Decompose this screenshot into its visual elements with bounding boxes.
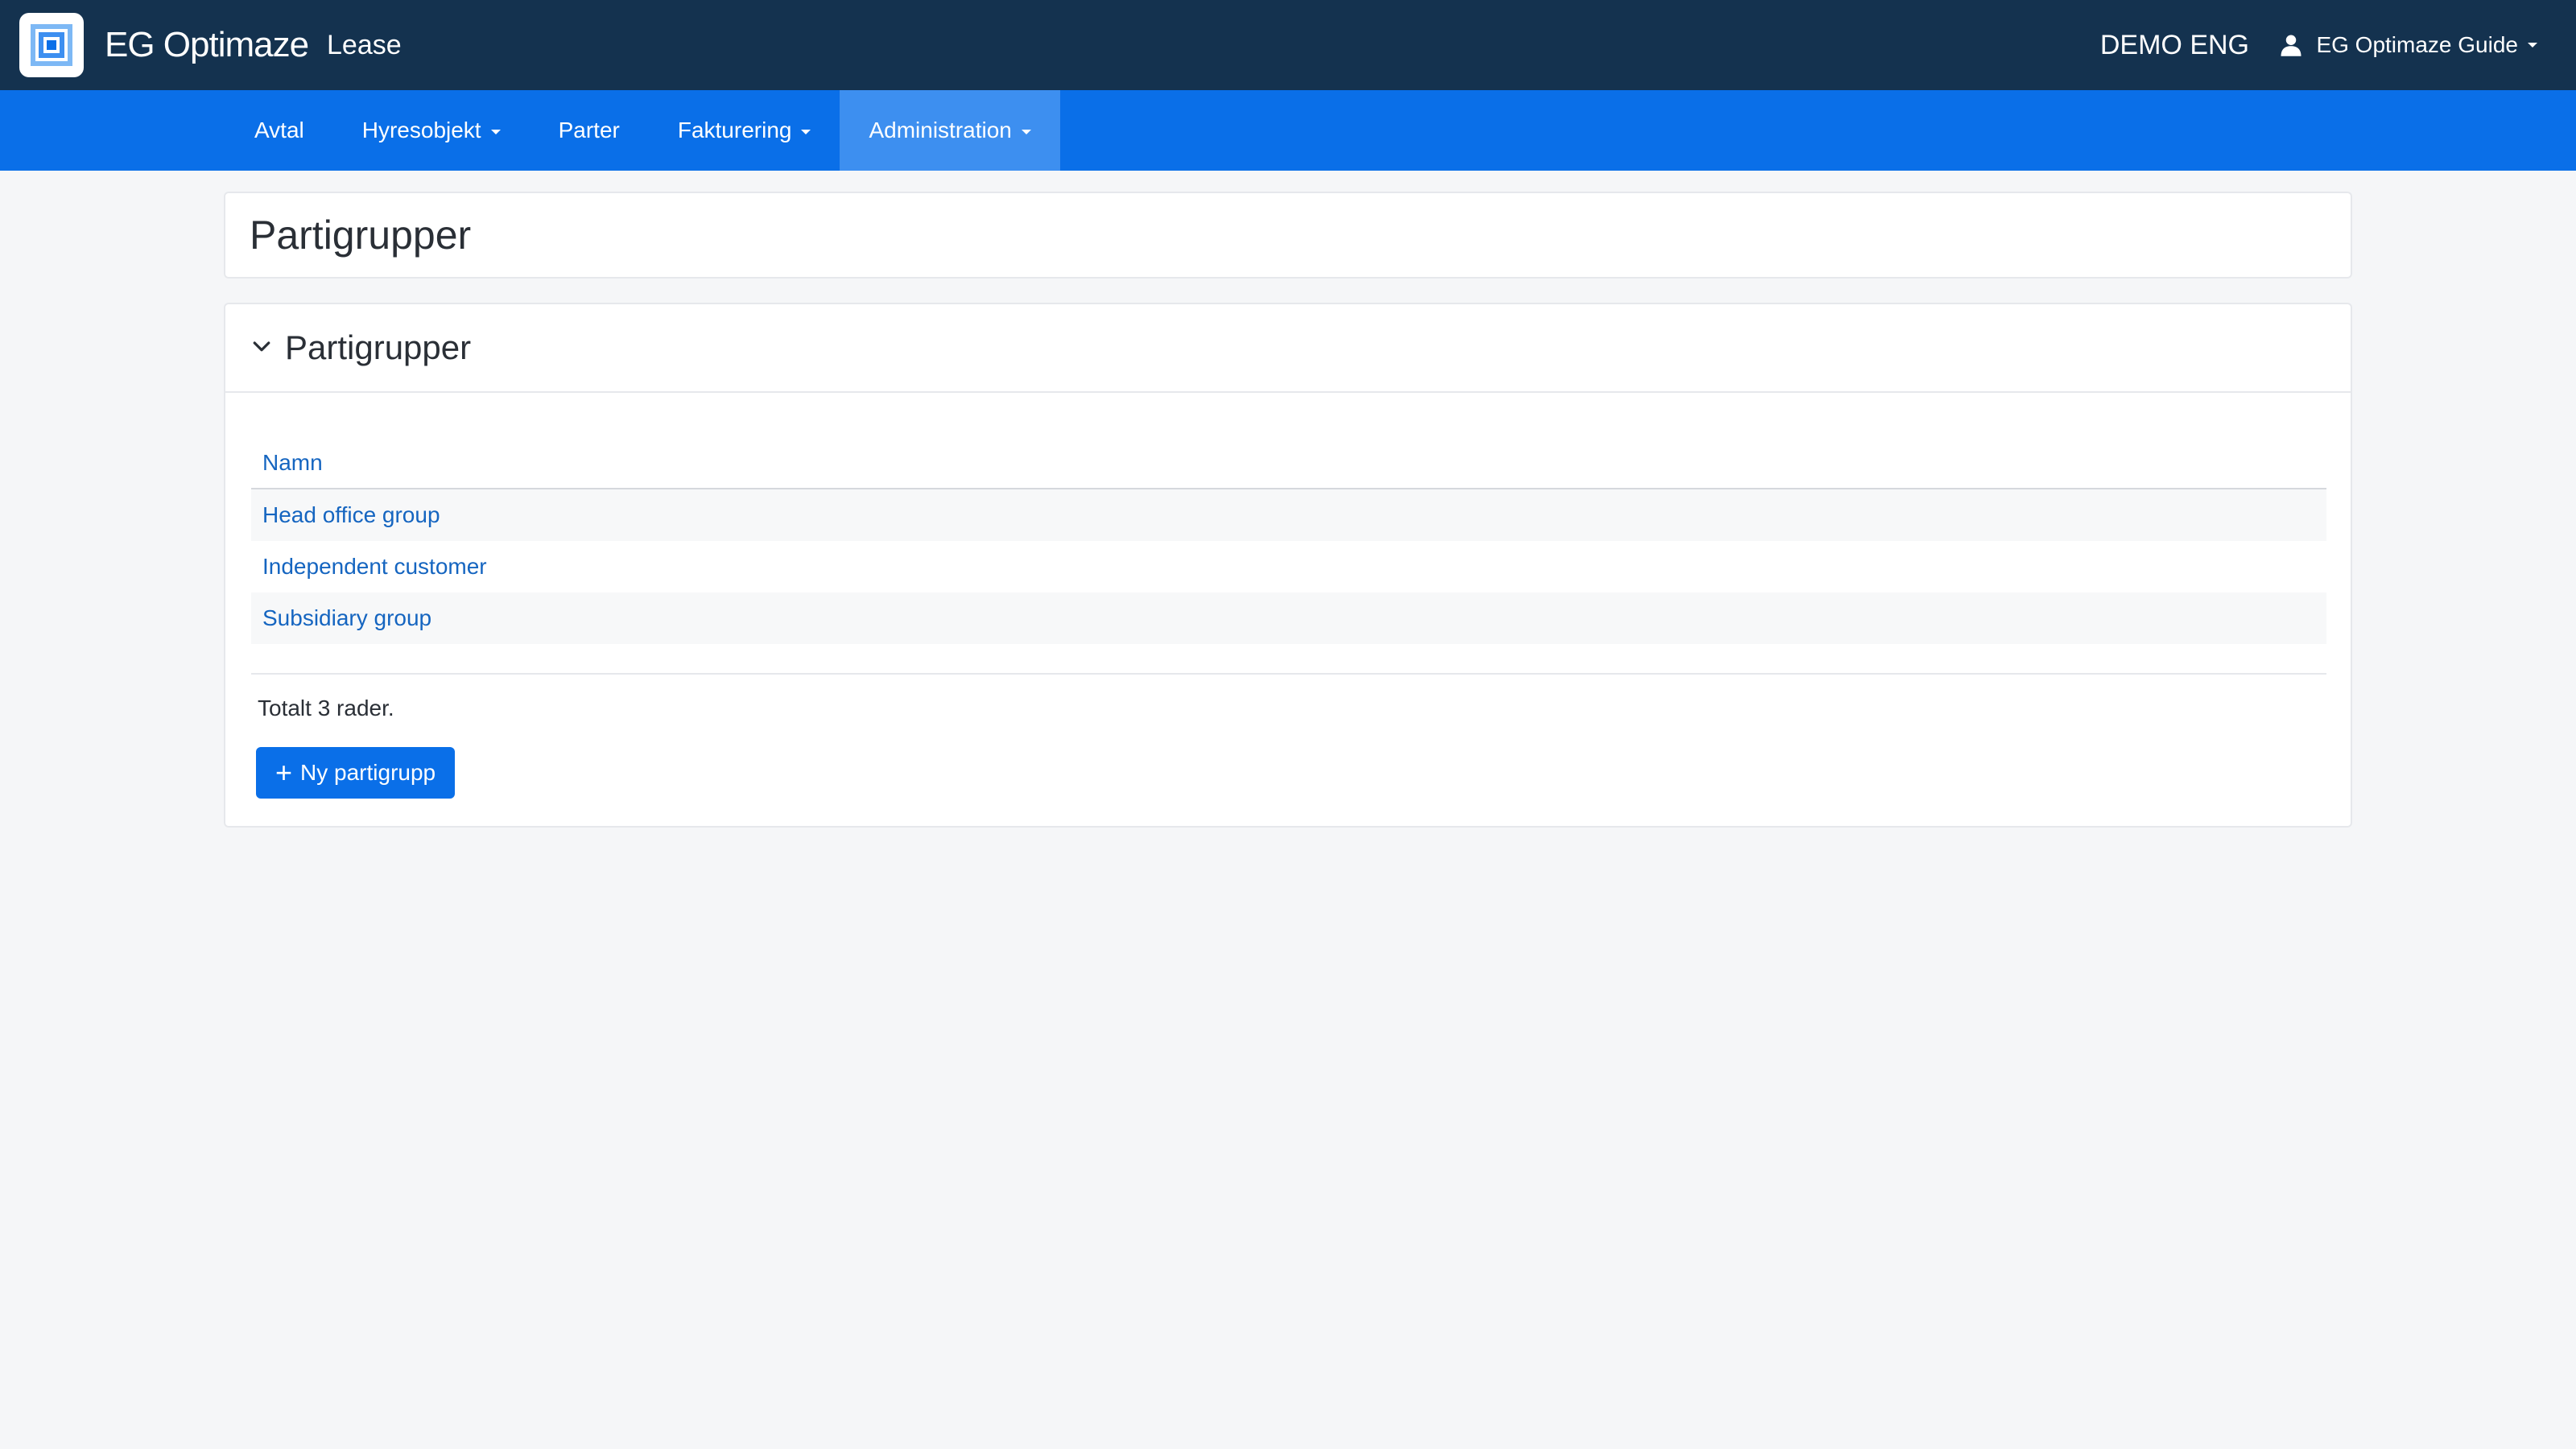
table-row[interactable]: Head office group: [251, 489, 2326, 541]
new-partigrupp-button[interactable]: + Ny partigrupp: [256, 747, 456, 799]
user-menu[interactable]: EG Optimaze Guide: [2279, 23, 2537, 68]
chevron-down-icon: [1021, 129, 1031, 134]
table-row[interactable]: Independent customer: [251, 541, 2326, 592]
column-header-namn[interactable]: Namn: [251, 436, 2326, 489]
nav-item-hyresobjekt[interactable]: Hyresobjekt: [333, 90, 530, 171]
partigrupper-table: Namn Head office group Independent custo…: [251, 436, 2326, 644]
app-logo-icon[interactable]: [19, 13, 84, 77]
page-title: Partigrupper: [250, 213, 472, 258]
page-title-card: Partigrupper: [224, 192, 2352, 279]
nav-item-fakturering[interactable]: Fakturering: [649, 90, 840, 171]
partigrupper-section: Partigrupper Namn Head office group Inde…: [224, 303, 2352, 828]
section-header[interactable]: Partigrupper: [225, 304, 2351, 393]
user-name: EG Optimaze Guide: [2316, 32, 2518, 57]
main-nav: Avtal Hyresobjekt Parter Fakturering Adm…: [0, 90, 2576, 171]
plus-icon: +: [275, 756, 293, 789]
nav-item-avtal[interactable]: Avtal: [225, 90, 333, 171]
chevron-down-icon: [490, 129, 501, 134]
top-bar: EG Optimaze Lease DEMO ENG EG Optimaze G…: [0, 0, 2576, 90]
nav-item-administration[interactable]: Administration: [840, 90, 1060, 171]
app-name[interactable]: EG Optimaze: [105, 23, 309, 68]
divider: [251, 673, 2326, 675]
row-count: Totalt 3 rader.: [258, 696, 394, 720]
section-title: Partigrupper: [285, 328, 472, 366]
module-name: Lease: [327, 30, 402, 60]
chevron-down-icon[interactable]: [250, 335, 274, 359]
chevron-down-icon: [801, 129, 811, 134]
new-partigrupp-label: Ny partigrupp: [300, 760, 436, 785]
nav-item-parter[interactable]: Parter: [530, 90, 649, 171]
table-row[interactable]: Subsidiary group: [251, 592, 2326, 644]
chevron-down-icon: [2528, 43, 2537, 47]
user-icon: [2281, 35, 2301, 56]
tenant-name: DEMO ENG: [2099, 30, 2249, 60]
